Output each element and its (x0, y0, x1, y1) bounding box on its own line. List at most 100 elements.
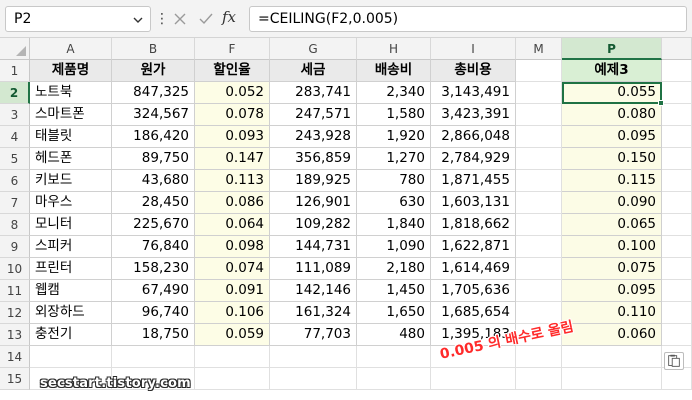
table-cell[interactable]: 480 (357, 324, 431, 346)
column-header-a[interactable]: A (30, 38, 112, 60)
row-header-13[interactable]: 13 (0, 324, 30, 346)
table-cell[interactable]: 1,650 (357, 302, 431, 324)
table-cell[interactable]: 189,925 (270, 170, 357, 192)
table-cell[interactable]: 1,090 (357, 236, 431, 258)
column-header-h[interactable]: H (357, 38, 431, 60)
table-cell[interactable]: 키보드 (30, 170, 112, 192)
table-header-cell[interactable]: 원가 (112, 60, 195, 82)
cell[interactable] (516, 236, 562, 258)
table-cell[interactable]: 18,750 (112, 324, 195, 346)
cell[interactable] (662, 104, 692, 126)
table-header-cell[interactable]: 배송비 (357, 60, 431, 82)
cell[interactable] (516, 148, 562, 170)
table-cell[interactable]: 외장하드 (30, 302, 112, 324)
chevron-down-icon[interactable] (131, 13, 145, 27)
insert-function-icon[interactable]: fx (222, 8, 236, 26)
row-header-10[interactable]: 10 (0, 258, 30, 280)
cell[interactable] (662, 302, 692, 324)
table-cell[interactable]: 89,750 (112, 148, 195, 170)
cell[interactable] (112, 346, 195, 368)
table-cell[interactable]: 186,420 (112, 126, 195, 148)
table-header-cell[interactable]: 제품명 (30, 60, 112, 82)
cell[interactable] (270, 346, 357, 368)
result-header-cell[interactable]: 예제3 (562, 60, 662, 82)
cell[interactable] (662, 126, 692, 148)
table-cell[interactable]: 1,580 (357, 104, 431, 126)
table-cell[interactable]: 243,928 (270, 126, 357, 148)
table-cell[interactable]: 28,450 (112, 192, 195, 214)
table-cell[interactable]: 1,818,662 (431, 214, 516, 236)
table-cell[interactable]: 0.106 (195, 302, 270, 324)
table-cell[interactable]: 웹캠 (30, 280, 112, 302)
column-header-p[interactable]: P (562, 38, 662, 60)
table-cell[interactable]: 0.098 (195, 236, 270, 258)
table-cell[interactable]: 144,731 (270, 236, 357, 258)
table-cell[interactable]: 노트북 (30, 82, 112, 104)
cell[interactable] (516, 126, 562, 148)
cell[interactable] (562, 346, 662, 368)
cell[interactable] (516, 82, 562, 104)
row-header-14[interactable]: 14 (0, 346, 30, 368)
table-header-cell[interactable]: 총비용 (431, 60, 516, 82)
cell[interactable] (662, 170, 692, 192)
cell[interactable] (562, 368, 662, 390)
cell[interactable] (516, 368, 562, 390)
cell[interactable] (516, 170, 562, 192)
table-cell[interactable]: 630 (357, 192, 431, 214)
table-cell[interactable]: 111,089 (270, 258, 357, 280)
row-header-8[interactable]: 8 (0, 214, 30, 236)
table-cell[interactable]: 충전기 (30, 324, 112, 346)
cell[interactable] (357, 346, 431, 368)
column-header-m[interactable]: M (516, 38, 562, 60)
table-cell[interactable]: 3,143,491 (431, 82, 516, 104)
table-header-cell[interactable]: 세금 (270, 60, 357, 82)
cell[interactable] (662, 280, 692, 302)
table-cell[interactable]: 142,146 (270, 280, 357, 302)
table-cell[interactable]: 158,230 (112, 258, 195, 280)
row-header-7[interactable]: 7 (0, 192, 30, 214)
formula-input[interactable]: =CEILING(F2,0.005) (249, 6, 687, 32)
table-cell[interactable]: 67,490 (112, 280, 195, 302)
table-cell[interactable]: 0.113 (195, 170, 270, 192)
cell[interactable] (195, 346, 270, 368)
table-cell[interactable]: 324,567 (112, 104, 195, 126)
table-cell[interactable]: 헤드폰 (30, 148, 112, 170)
cell[interactable] (516, 258, 562, 280)
result-cell[interactable]: 0.095 (562, 126, 662, 148)
cell[interactable] (662, 60, 692, 82)
name-box[interactable]: P2 (5, 6, 151, 32)
column-header-f[interactable]: F (195, 38, 270, 60)
enter-icon[interactable] (196, 9, 216, 29)
active-cell[interactable]: 0.055 (562, 82, 662, 104)
table-cell[interactable]: 0.091 (195, 280, 270, 302)
result-cell[interactable]: 0.100 (562, 236, 662, 258)
cancel-icon[interactable] (170, 9, 190, 29)
cell[interactable] (662, 82, 692, 104)
result-cell[interactable]: 0.090 (562, 192, 662, 214)
table-cell[interactable]: 스피커 (30, 236, 112, 258)
fill-handle[interactable] (658, 100, 664, 106)
cell[interactable] (516, 346, 562, 368)
row-header-6[interactable]: 6 (0, 170, 30, 192)
table-cell[interactable]: 1,705,636 (431, 280, 516, 302)
table-cell[interactable]: 1,685,654 (431, 302, 516, 324)
table-cell[interactable]: 2,180 (357, 258, 431, 280)
table-cell[interactable]: 0.086 (195, 192, 270, 214)
table-cell[interactable]: 0.078 (195, 104, 270, 126)
cell[interactable] (662, 192, 692, 214)
table-cell[interactable]: 1,920 (357, 126, 431, 148)
select-all-button[interactable] (0, 38, 30, 60)
table-cell[interactable]: 1,622,871 (431, 236, 516, 258)
cell[interactable] (662, 236, 692, 258)
name-box-value[interactable]: P2 (14, 11, 31, 27)
table-cell[interactable]: 847,325 (112, 82, 195, 104)
table-cell[interactable]: 0.074 (195, 258, 270, 280)
table-cell[interactable]: 2,866,048 (431, 126, 516, 148)
row-header-4[interactable]: 4 (0, 126, 30, 148)
table-cell[interactable]: 247,571 (270, 104, 357, 126)
table-cell[interactable]: 0.093 (195, 126, 270, 148)
row-header-2[interactable]: 2 (0, 82, 30, 104)
table-cell[interactable]: 77,703 (270, 324, 357, 346)
cell[interactable] (516, 280, 562, 302)
cell[interactable] (516, 104, 562, 126)
